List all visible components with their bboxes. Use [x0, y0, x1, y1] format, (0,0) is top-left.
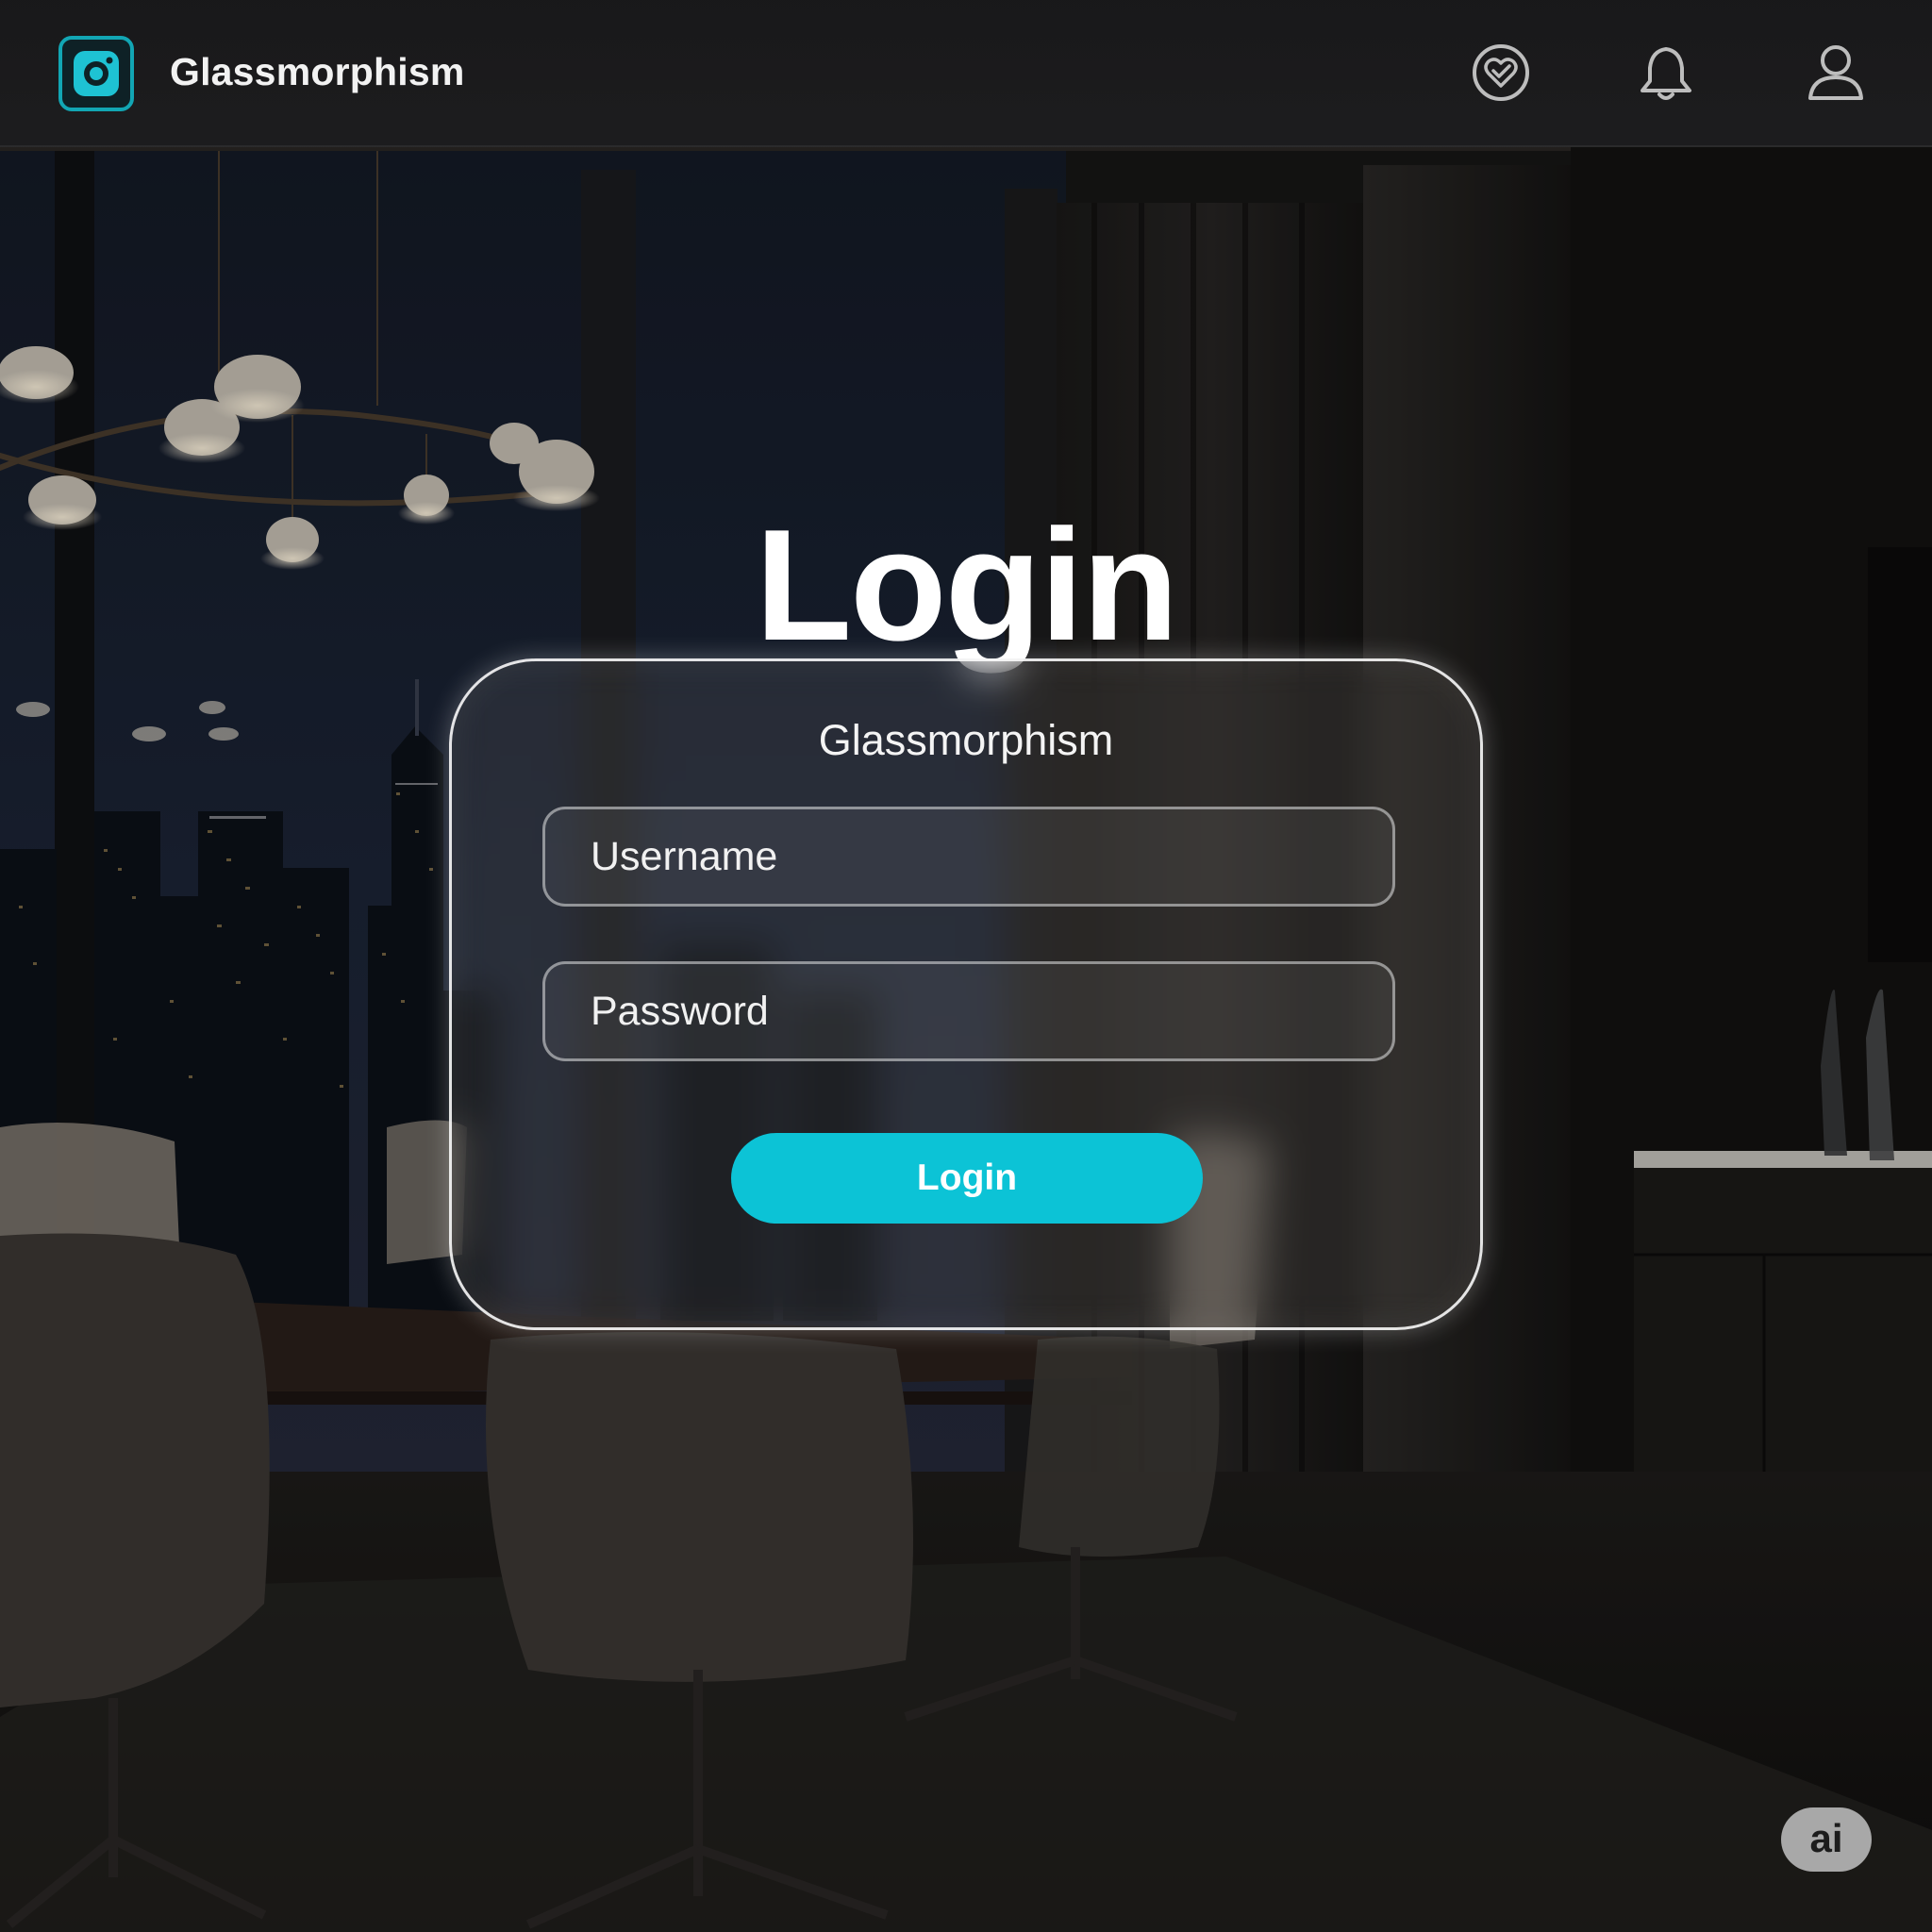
login-button[interactable]: Login [731, 1133, 1203, 1224]
login-page: Glassmorphism Login Glassmorphism Userna… [0, 0, 1932, 1932]
top-navigation-bar: Glassmorphism [0, 0, 1932, 147]
bell-icon[interactable] [1635, 42, 1697, 104]
camera-icon[interactable] [58, 36, 134, 111]
user-icon[interactable] [1805, 42, 1867, 104]
heart-check-icon[interactable] [1470, 42, 1532, 104]
ai-badge: ai [1781, 1807, 1872, 1872]
login-card: Glassmorphism Login [449, 658, 1483, 1330]
app-title: Glassmorphism [170, 50, 465, 93]
password-input[interactable] [542, 961, 1395, 1061]
card-subtitle: Glassmorphism [818, 716, 1114, 764]
username-input[interactable] [542, 807, 1395, 907]
page-heading: Login [755, 496, 1178, 674]
